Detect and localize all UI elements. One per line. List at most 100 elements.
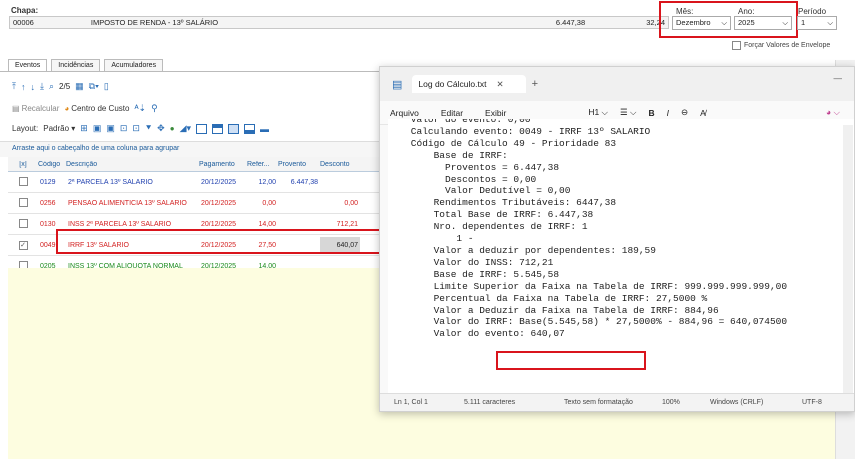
document-icon[interactable]: ▯ [104, 81, 109, 92]
cell-pagamento: 20/12/2025 [201, 199, 237, 207]
italic-icon[interactable]: I [667, 108, 669, 118]
link-icon[interactable]: ⊖ [681, 107, 688, 118]
arrow-last-icon[interactable]: ⤓ [40, 81, 44, 92]
calendar-icon[interactable]: ▦ [75, 81, 84, 92]
format-toolbar: H1 ⌵ ☰ ⌵ B I ⊖ A̸ [588, 107, 705, 118]
log-line: Valor a deduzir por dependentes: 189,59 [388, 244, 656, 256]
group-hint[interactable]: Arraste aqui o cabeçalho de uma coluna p… [0, 141, 380, 157]
periodo-value: 1 [801, 18, 806, 27]
ano-value: 2025 [738, 18, 755, 27]
log-line: Valor Dedutível = 0,00 [388, 185, 571, 197]
arrow-first-icon[interactable]: ⤒ [12, 81, 16, 92]
new-tab-icon[interactable]: + [532, 78, 538, 90]
recalcular-button[interactable]: ▤ Recalcular [12, 104, 59, 113]
tab-incidencias[interactable]: Incidências [51, 59, 101, 71]
notepad-title[interactable]: Log do Cálculo.txt [412, 75, 527, 93]
row-checkbox[interactable]: ✓ [8, 240, 38, 250]
toolbar-layout: Layout: Padrão ▾ ⊞ ▣ ▣ ⊡ ⊡ ⯆ ✥ ● ◢▾ ▬ [12, 123, 269, 134]
tab-bar: Eventos Incidências Acumuladores [8, 59, 164, 71]
grid-save-icon[interactable]: ▣ [106, 123, 115, 134]
close-tab-icon[interactable]: ✕ [496, 79, 503, 90]
notepad-window: ▤ Log do Cálculo.txt ✕ + — Arquivo Edita… [379, 66, 855, 412]
col-pagamento[interactable]: Pagamento [199, 161, 247, 168]
clear-format-icon[interactable]: A̸ [700, 108, 706, 118]
view-4-icon[interactable] [244, 123, 256, 134]
table-row[interactable]: 0129 2ª PARCELA 13º SALARIO 20/12/2025 12,0… [8, 172, 380, 193]
tab-eventos[interactable]: Eventos [8, 59, 48, 71]
calculator-icon: ▤ [12, 104, 20, 113]
notepad-titlebar: ▤ Log do Cálculo.txt ✕ + — [380, 67, 854, 101]
cell-referencia: 0,00 [262, 199, 276, 207]
log-line: Calculando evento: 0049 - IRRF 13º SALAR… [388, 125, 651, 137]
col-desconto[interactable]: Desconto [320, 161, 360, 168]
checkbox-box [18, 218, 28, 228]
cell-desconto: 0,00 [344, 199, 358, 207]
copilot-icon[interactable]: ◕ ⌵ [826, 107, 840, 118]
minimize-icon[interactable]: — [834, 73, 843, 83]
col-codigo[interactable]: Código [38, 161, 66, 168]
col-descricao[interactable]: Descrição [66, 161, 199, 168]
log-line: Valor do IRRF: Base(5.545,58) * 27,5000%… [388, 316, 788, 328]
search-icon[interactable]: ⌕ [49, 81, 54, 92]
centro-custo-button[interactable]: ◕ Centro de Custo [64, 104, 129, 113]
cell-referencia: 14,00 [258, 220, 276, 228]
bold-icon[interactable]: B [648, 108, 654, 118]
grid-icon[interactable]: ▣ [93, 123, 102, 134]
heading-select[interactable]: H1 ⌵ [588, 107, 608, 118]
periodo-select[interactable]: 1 ⌵ [797, 16, 837, 30]
log-line: Limite Superior da Faixa na Tabela de IR… [388, 280, 788, 292]
view-3-icon[interactable] [228, 123, 240, 134]
view-1-icon[interactable] [196, 123, 208, 134]
list-icon[interactable]: ☰ ⌵ [620, 107, 636, 118]
page-indicator: 2/5 [59, 82, 71, 91]
chevron-down-icon: ⌵ [782, 18, 788, 27]
forcar-label: Forçar Valores de Envelope [744, 42, 831, 49]
cell-descricao: INSS 2ª PARCELA 13º SALARIO [68, 220, 172, 228]
tools-icon[interactable]: ✥ [157, 123, 165, 134]
status-eol: Windows (CRLF) [710, 399, 764, 406]
checkbox-box: ✓ [18, 240, 28, 250]
sort-icon[interactable]: ᴬ⇣ [134, 103, 146, 114]
log-line: 1 - [388, 233, 474, 245]
export-icon[interactable]: ⧉▾ [89, 81, 99, 92]
log-line: Valor do evento: 640,07 [388, 328, 565, 340]
filter-icon[interactable]: ⚲ [151, 103, 158, 114]
col-referencia[interactable]: Refer... [247, 161, 278, 168]
grid-add-icon[interactable]: ⊞ [80, 123, 88, 134]
chapa-field[interactable]: 00006 IMPOSTO DE RENDA - 13º SALÁRIO 6.4… [9, 16, 669, 29]
mes-select[interactable]: Dezembro ⌵ [672, 16, 731, 30]
forcar-valores-checkbox[interactable]: Forçar Valores de Envelope [732, 41, 830, 50]
minus-icon[interactable]: ▬ [260, 124, 269, 134]
ano-select[interactable]: 2025 ⌵ [734, 16, 792, 30]
row-checkbox[interactable] [8, 218, 38, 230]
chevron-down-icon: ⌵ [721, 18, 727, 27]
tab-acumuladores[interactable]: Acumuladores [104, 59, 164, 71]
chapa-value-2: 32,24 [646, 18, 665, 27]
grid-down-icon[interactable]: ⊡ [132, 123, 140, 134]
toolbar-actions: ▤ Recalcular ◕ Centro de Custo ᴬ⇣ ⚲ [12, 103, 158, 114]
menu-exibir[interactable]: Exibir [485, 108, 506, 118]
notepad-scrollbar[interactable] [843, 125, 853, 395]
row-checkbox[interactable] [8, 197, 38, 209]
grid-up-icon[interactable]: ⊡ [120, 123, 128, 134]
view-2-icon[interactable] [212, 123, 224, 134]
empty-grid-area [8, 268, 380, 459]
menu-editar[interactable]: Editar [441, 108, 463, 118]
ano-label: Ano: [738, 7, 755, 16]
chapa-code: 00006 [13, 18, 34, 27]
chart-icon[interactable]: ◢▾ [180, 123, 191, 134]
arrow-down-icon[interactable]: ↓ [30, 82, 35, 92]
status-zoom: 100% [662, 399, 680, 406]
col-check[interactable]: [x] [8, 161, 38, 168]
padrao-select[interactable]: Padrão ▾ [43, 124, 75, 133]
table-row[interactable]: 0256 PENSAO ALIMENTICIA 13º SALARIO 20/12/… [8, 193, 380, 214]
arrow-up-icon[interactable]: ↑ [21, 82, 26, 92]
result-highlight [496, 351, 646, 370]
col-provento[interactable]: Provento [278, 161, 320, 168]
row-checkbox[interactable] [8, 176, 38, 188]
log-line: Nro. dependentes de IRRF: 1 [388, 221, 588, 233]
pin-icon[interactable]: ⯆ [145, 123, 152, 134]
cell-desconto: 712,21 [336, 220, 358, 228]
menu-arquivo[interactable]: Arquivo [390, 108, 419, 118]
color-icon[interactable]: ● [170, 124, 175, 133]
